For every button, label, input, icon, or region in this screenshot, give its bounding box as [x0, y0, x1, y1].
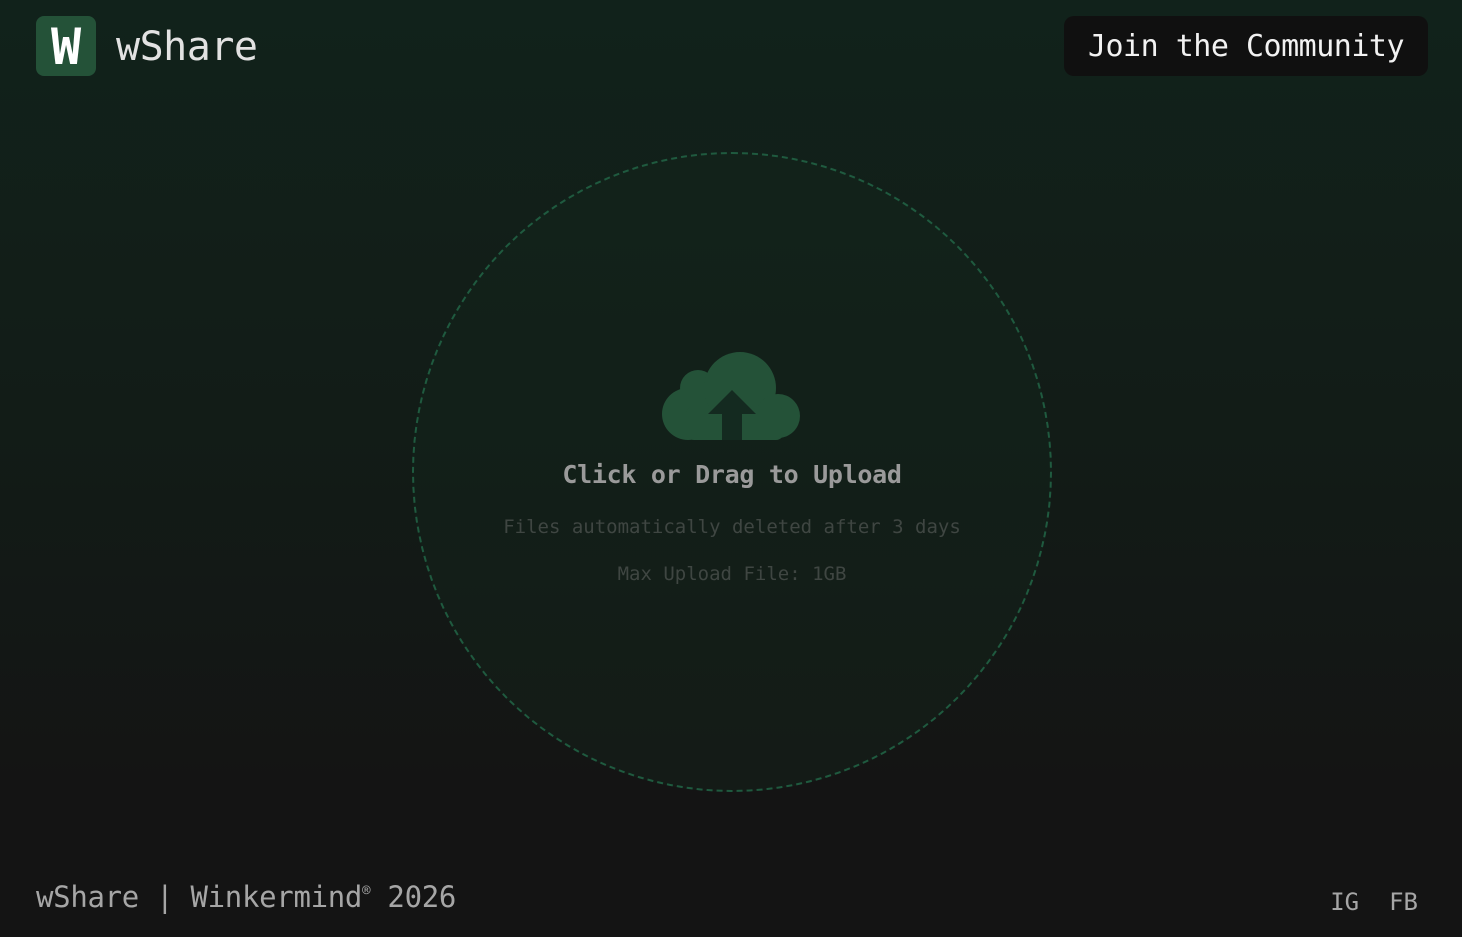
upload-retention-note: Files automatically deleted after 3 days: [503, 516, 961, 538]
footer-company: Winkermind: [190, 880, 363, 914]
upload-max-size: Max Upload File: 1GB: [617, 563, 847, 585]
footer-brand: wShare: [36, 880, 139, 914]
brand-name[interactable]: wShare: [116, 24, 258, 70]
upload-title: Click or Drag to Upload: [562, 460, 902, 489]
facebook-link[interactable]: FB: [1389, 888, 1418, 916]
cloud-upload-icon: [662, 352, 800, 440]
join-community-button[interactable]: Join the Community: [1064, 16, 1428, 76]
footer-separator: |: [156, 880, 174, 914]
logo-letter: W: [50, 18, 82, 76]
social-links: IG FB: [1330, 888, 1418, 916]
instagram-link[interactable]: IG: [1330, 888, 1359, 916]
footer-year: 2026: [387, 880, 457, 914]
registered-mark: ®: [362, 883, 371, 899]
logo[interactable]: W: [36, 16, 96, 76]
footer-copyright: wShare | Winkermind® 2026: [36, 880, 456, 914]
